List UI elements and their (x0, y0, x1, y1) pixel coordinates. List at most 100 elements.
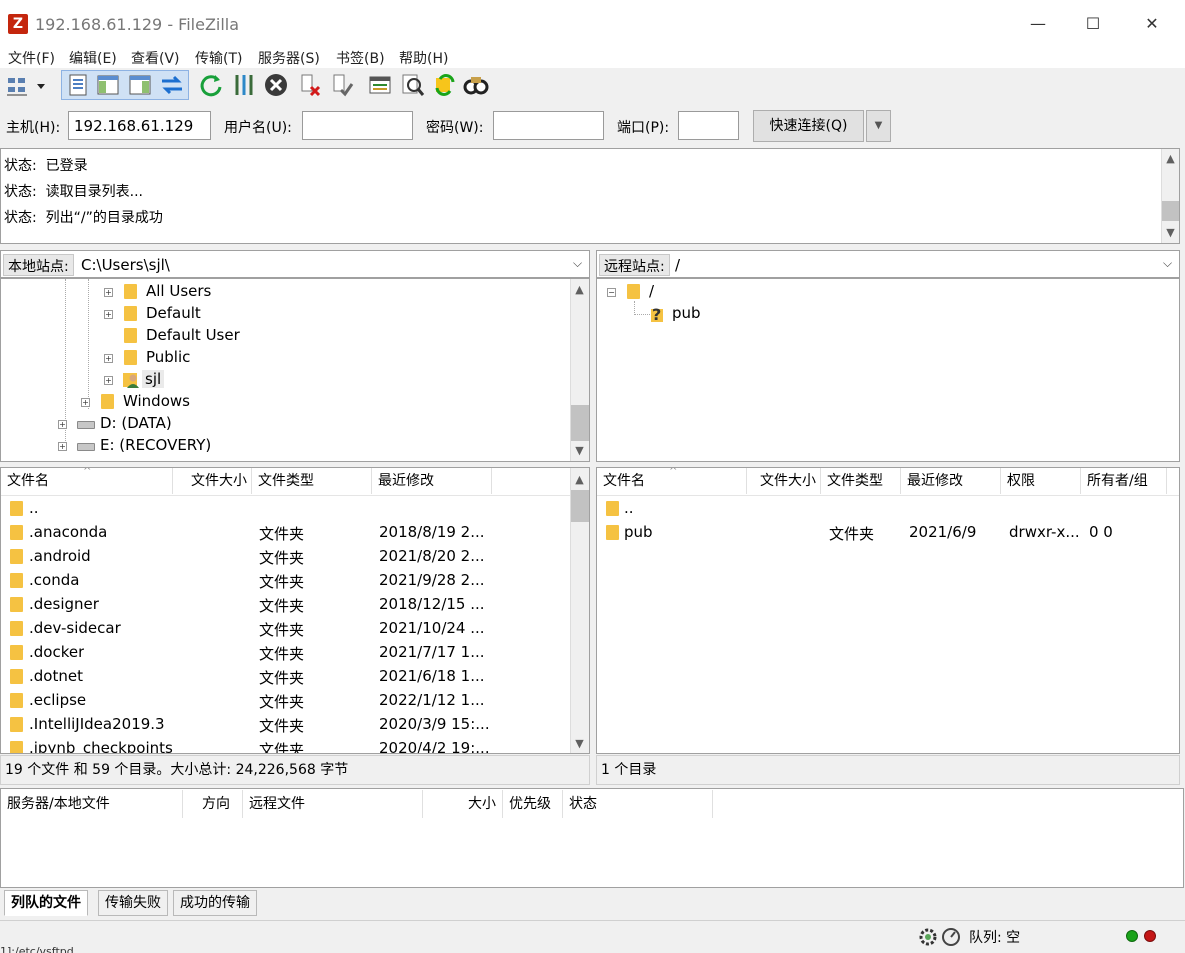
tree-item-windows[interactable]: + Windows (1, 391, 571, 413)
column-header-modified[interactable]: 最近修改 (372, 468, 492, 494)
scroll-down-icon[interactable]: ▼ (571, 442, 588, 459)
dropdown-icon[interactable] (33, 72, 49, 98)
remote-path-input[interactable]: / (675, 256, 680, 274)
file-row[interactable]: .eclipse 文件夹 2022/1/12 1... (1, 688, 569, 712)
local-tree-scrollbar[interactable]: ▲ ▼ (570, 279, 589, 461)
toggle-queue-icon[interactable] (159, 72, 185, 98)
close-button[interactable]: ✕ (1129, 8, 1175, 40)
column-header-permissions[interactable]: 权限 (1001, 468, 1081, 494)
scroll-thumb[interactable] (571, 405, 589, 441)
tab-successful-transfers[interactable]: 成功的传输 (173, 890, 257, 916)
search-icon[interactable] (463, 72, 489, 98)
column-header-modified[interactable]: 最近修改 (901, 468, 1001, 494)
file-row[interactable]: .ipynb_checkpoints 文件夹 2020/4/2 19:... (1, 736, 569, 753)
tree-item-public[interactable]: + Public (1, 347, 571, 369)
file-row[interactable]: pub 文件夹 2021/6/9 drwxr-x... 0 0 (597, 520, 1179, 544)
column-header-owner[interactable]: 所有者/组 (1081, 468, 1167, 494)
toggle-remote-tree-icon[interactable] (127, 72, 153, 98)
speed-limit-icon[interactable] (918, 927, 938, 947)
menu-file[interactable]: 文件(F) (8, 48, 55, 68)
menu-edit[interactable]: 编辑(E) (69, 48, 117, 68)
sync-browse-icon[interactable] (432, 72, 458, 98)
disconnect-icon[interactable] (297, 72, 323, 98)
local-path-dropdown-icon[interactable]: ⌵ (573, 256, 582, 271)
compare-icon[interactable] (400, 72, 426, 98)
expand-icon[interactable]: + (104, 310, 113, 319)
column-header-size[interactable]: 文件大小 (173, 468, 252, 494)
queue-column-status[interactable]: 状态 (563, 790, 713, 818)
quickconnect-dropdown-icon[interactable]: ▼ (866, 110, 891, 142)
queue-column-remote[interactable]: 远程文件 (243, 790, 423, 818)
scroll-thumb[interactable] (1162, 201, 1179, 221)
scroll-up-icon[interactable]: ▲ (571, 471, 588, 488)
remote-path-dropdown-icon[interactable]: ⌵ (1163, 256, 1172, 271)
expand-icon[interactable]: + (104, 376, 113, 385)
folder-icon (10, 621, 23, 636)
tab-queued-files[interactable]: 列队的文件 (4, 890, 88, 916)
expand-icon[interactable]: + (104, 288, 113, 297)
toggle-local-tree-icon[interactable] (95, 72, 121, 98)
expand-icon[interactable]: + (58, 420, 67, 429)
menu-transfer[interactable]: 传输(T) (195, 48, 242, 68)
refresh-icon[interactable] (198, 72, 224, 98)
username-input[interactable] (302, 111, 413, 140)
host-input[interactable] (68, 111, 211, 140)
file-row[interactable]: .dev-sidecar 文件夹 2021/10/24 ... (1, 616, 569, 640)
queue-column-server[interactable]: 服务器/本地文件 (1, 790, 183, 818)
queue-column-size[interactable]: 大小 (423, 790, 503, 818)
site-manager-icon[interactable] (5, 72, 31, 98)
menu-help[interactable]: 帮助(H) (399, 48, 448, 68)
queue-column-direction[interactable]: 方向 (183, 790, 243, 818)
file-row[interactable]: .designer 文件夹 2018/12/15 ... (1, 592, 569, 616)
maximize-button[interactable]: ☐ (1070, 8, 1116, 40)
expand-icon[interactable]: + (58, 442, 67, 451)
password-input[interactable] (493, 111, 604, 140)
log-scrollbar[interactable]: ▲ ▼ (1161, 149, 1179, 243)
file-row[interactable]: .docker 文件夹 2021/7/17 1... (1, 640, 569, 664)
column-header-type[interactable]: 文件类型 (252, 468, 372, 494)
tree-item-all-users[interactable]: + All Users (1, 281, 571, 303)
menu-bookmarks[interactable]: 书签(B) (336, 48, 385, 68)
scroll-up-icon[interactable]: ▲ (1162, 150, 1179, 167)
file-row[interactable]: .dotnet 文件夹 2021/6/18 1... (1, 664, 569, 688)
quickconnect-button[interactable]: 快速连接(Q) (753, 110, 864, 142)
local-file-scrollbar[interactable]: ▲ ▼ (570, 468, 589, 753)
minimize-button[interactable]: — (1015, 8, 1061, 40)
toggle-log-icon[interactable] (65, 72, 91, 98)
folder-icon (10, 645, 23, 660)
gauge-icon[interactable] (941, 927, 961, 947)
file-row[interactable]: .. (597, 496, 1179, 520)
expand-icon[interactable]: + (81, 398, 90, 407)
tree-item-pub[interactable]: ? pub (597, 303, 1177, 325)
file-owner: 0 0 (1089, 523, 1113, 541)
scroll-down-icon[interactable]: ▼ (571, 735, 588, 752)
expand-icon[interactable]: + (104, 354, 113, 363)
collapse-icon[interactable]: − (607, 288, 616, 297)
filter-icon[interactable] (367, 72, 393, 98)
scroll-up-icon[interactable]: ▲ (571, 281, 588, 298)
tab-failed-transfers[interactable]: 传输失败 (98, 890, 168, 916)
tree-item-root[interactable]: − / (597, 281, 1177, 303)
scroll-thumb[interactable] (571, 490, 589, 522)
file-row[interactable]: .IntelliJIdea2019.3 文件夹 2020/3/9 15:... (1, 712, 569, 736)
file-row[interactable]: .anaconda 文件夹 2018/8/19 2... (1, 520, 569, 544)
menu-server[interactable]: 服务器(S) (258, 48, 320, 68)
file-row[interactable]: .conda 文件夹 2021/9/28 2... (1, 568, 569, 592)
port-input[interactable] (678, 111, 739, 140)
queue-column-priority[interactable]: 优先级 (503, 790, 563, 818)
tree-item-drive-d[interactable]: + D: (DATA) (1, 413, 571, 435)
tree-item-sjl[interactable]: + sjl (1, 369, 571, 391)
tree-item-default-user[interactable]: Default User (1, 325, 571, 347)
menu-view[interactable]: 查看(V) (131, 48, 180, 68)
scroll-down-icon[interactable]: ▼ (1162, 224, 1179, 241)
cancel-icon[interactable] (263, 72, 289, 98)
column-header-type[interactable]: 文件类型 (821, 468, 901, 494)
reconnect-icon[interactable] (329, 72, 355, 98)
process-queue-icon[interactable] (231, 72, 257, 98)
local-path-input[interactable]: C:\Users\sjl\ (81, 256, 170, 274)
file-row[interactable]: .. (1, 496, 569, 520)
tree-item-default[interactable]: + Default (1, 303, 571, 325)
file-row[interactable]: .android 文件夹 2021/8/20 2... (1, 544, 569, 568)
tree-item-drive-e[interactable]: + E: (RECOVERY) (1, 435, 571, 457)
column-header-size[interactable]: 文件大小 (747, 468, 821, 494)
